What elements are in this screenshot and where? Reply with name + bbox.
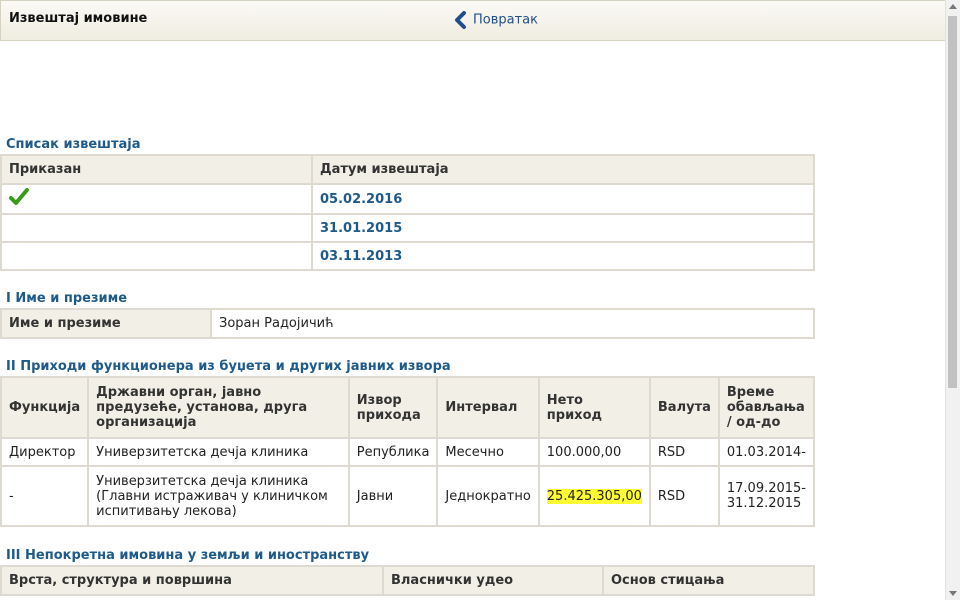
function-cell: - <box>0 465 90 527</box>
column-header-period: Време обављања / од-до <box>717 376 816 439</box>
column-header-type-structure-area: Врста, структура и површина <box>0 565 384 596</box>
column-header-shown: Приказан <box>0 154 313 185</box>
column-header-acquisition-basis: Основ стицања <box>602 565 815 596</box>
name-section-title: I Име и презиме <box>6 291 128 306</box>
report-date-link[interactable]: 31.01.2015 <box>311 213 815 243</box>
interval-cell: Месечно <box>436 437 540 467</box>
function-cell: Директор <box>0 437 90 467</box>
column-header-currency: Валута <box>648 376 720 439</box>
column-header-report-date: Датум извештаја <box>311 154 815 185</box>
income-source-cell: Република <box>347 437 439 467</box>
scroll-up-icon[interactable] <box>949 4 957 9</box>
back-button[interactable]: Повратак <box>453 11 538 29</box>
scroll-thumb[interactable] <box>948 16 957 388</box>
income-section-title: II Приходи функционера из буџета и други… <box>6 359 451 374</box>
shown-cell <box>0 241 313 271</box>
period-cell: 17.09.2015-31.12.2015 <box>717 465 816 527</box>
column-header-interval: Интервал <box>436 376 540 439</box>
income-source-cell: Јавни <box>347 465 439 527</box>
table-row: Директор Универзитетска дечја клиника Ре… <box>0 437 816 467</box>
report-date-link[interactable]: 03.11.2013 <box>311 241 815 271</box>
column-header-net-income: Нето приход <box>537 376 651 439</box>
income-table: Функција Државни орган, јавно предузеће,… <box>0 376 816 527</box>
reports-table: Приказан Датум извештаја 05.02.2016 31.0… <box>0 154 815 271</box>
table-row[interactable]: 03.11.2013 <box>0 241 815 271</box>
shown-cell <box>0 183 313 215</box>
organization-cell: Универзитетска дечја клиника (Главни ист… <box>87 465 350 527</box>
column-header-function: Функција <box>0 376 90 439</box>
page-title: Извештај имовине <box>9 11 148 26</box>
name-value: Зоран Радојичић <box>210 308 815 339</box>
interval-cell: Једнократно <box>436 465 540 527</box>
back-label: Повратак <box>473 12 538 28</box>
column-header-organization: Државни орган, јавно предузеће, установа… <box>87 376 350 439</box>
currency-cell: RSD <box>648 465 720 527</box>
table-row: - Универзитетска дечја клиника (Главни и… <box>0 465 816 527</box>
net-income-cell: 100.000,00 <box>537 437 651 467</box>
period-cell: 01.03.2014- <box>717 437 816 467</box>
vertical-scrollbar[interactable] <box>945 0 960 600</box>
real-estate-table: Врста, структура и површина Власнички уд… <box>0 565 815 596</box>
top-bar: Извештај имовине Повратак <box>0 0 946 41</box>
net-income-cell: 25.425.305,00 <box>537 465 651 527</box>
checkmark-icon <box>9 188 29 205</box>
shown-cell <box>0 213 313 243</box>
highlighted-net-income: 25.425.305,00 <box>546 488 642 504</box>
currency-cell: RSD <box>648 437 720 467</box>
organization-cell: Универзитетска дечја клиника <box>87 437 350 467</box>
table-row[interactable]: 31.01.2015 <box>0 213 815 243</box>
scroll-down-icon[interactable] <box>949 591 957 596</box>
column-header-income-source: Извор прихода <box>347 376 439 439</box>
chevron-left-icon <box>455 11 466 29</box>
report-date-link[interactable]: 05.02.2016 <box>311 183 815 215</box>
table-row[interactable]: 05.02.2016 <box>0 183 815 215</box>
name-label: Име и презиме <box>0 308 212 339</box>
name-table: Име и презиме Зоран Радојичић <box>0 308 815 339</box>
column-header-ownership-share: Власнички удео <box>382 565 604 596</box>
reports-section-title: Списак извештаја <box>6 137 141 152</box>
real-estate-section-title: III Непокретна имовина у земљи и иностра… <box>6 548 370 563</box>
